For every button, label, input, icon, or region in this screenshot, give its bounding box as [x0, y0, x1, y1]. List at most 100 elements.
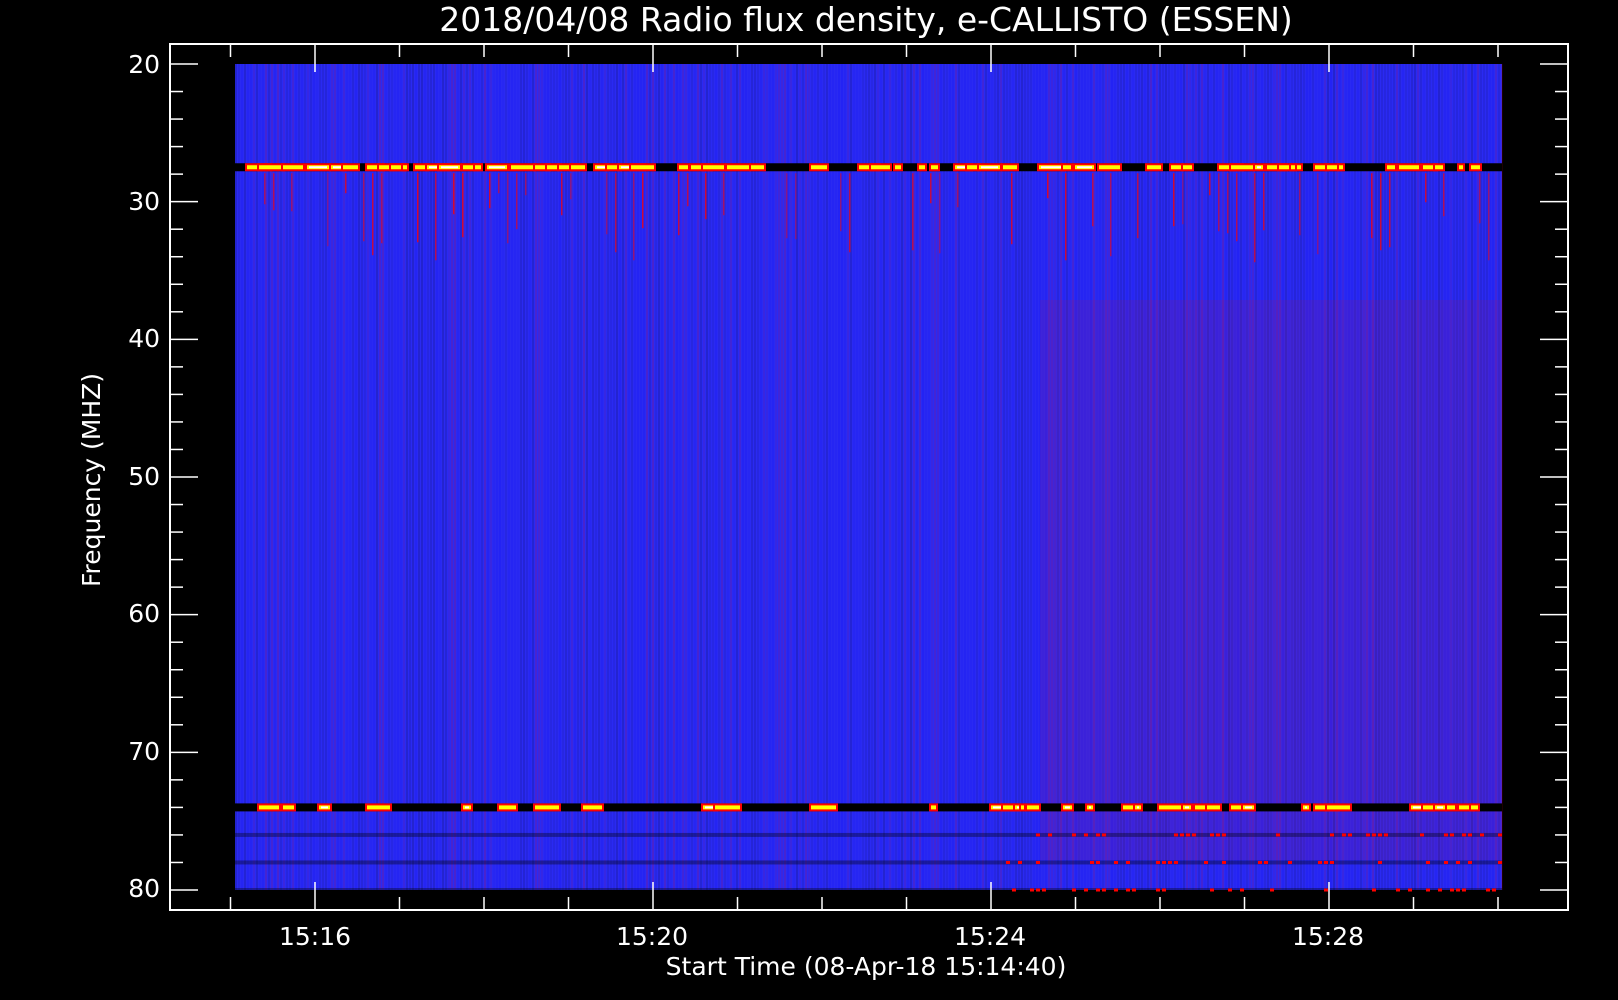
- band: [1041, 166, 1062, 169]
- band: [499, 805, 516, 810]
- band: [1180, 833, 1184, 837]
- band: [1257, 166, 1261, 169]
- band: [1299, 173, 1301, 236]
- band: [786, 173, 788, 239]
- band: [1132, 888, 1136, 892]
- band: [1092, 173, 1094, 227]
- band: [1156, 888, 1160, 892]
- band: [1114, 860, 1118, 864]
- band: [1006, 860, 1010, 864]
- band: [1450, 888, 1454, 892]
- band: [1216, 833, 1220, 837]
- band: [1084, 888, 1088, 892]
- band: [235, 888, 1502, 892]
- band: [283, 165, 303, 170]
- band: [1330, 860, 1334, 864]
- band: [1240, 888, 1244, 892]
- band: [705, 173, 707, 220]
- band: [1387, 165, 1395, 170]
- band: [462, 173, 464, 238]
- band: [1399, 165, 1419, 170]
- band: [1110, 173, 1112, 257]
- band: [453, 173, 455, 215]
- band: [367, 805, 390, 810]
- band: [1065, 173, 1067, 261]
- band: [1324, 888, 1328, 892]
- band: [1207, 805, 1220, 810]
- band: [1447, 805, 1455, 810]
- band: [1318, 860, 1322, 864]
- band: [417, 173, 419, 243]
- band: [1036, 888, 1040, 892]
- band: [1459, 165, 1463, 170]
- band: [561, 173, 563, 216]
- band: [1330, 833, 1334, 837]
- band: [1047, 173, 1049, 199]
- band: [327, 173, 329, 247]
- band: [1017, 806, 1019, 809]
- band: [1182, 173, 1184, 225]
- band: [642, 173, 644, 229]
- band: [259, 805, 279, 810]
- band: [1114, 888, 1118, 892]
- band: [1210, 888, 1214, 892]
- band: [615, 173, 617, 253]
- band: [381, 173, 383, 244]
- band: [1173, 173, 1175, 227]
- band: [679, 165, 688, 170]
- y-tick-label: 30: [128, 187, 160, 216]
- band: [1102, 888, 1106, 892]
- band: [1036, 860, 1040, 864]
- band: [1204, 860, 1208, 864]
- band: [1480, 833, 1484, 837]
- band: [1162, 860, 1166, 864]
- band: [1479, 173, 1481, 224]
- band: [1366, 833, 1370, 837]
- band: [1063, 165, 1071, 170]
- band: [403, 165, 407, 170]
- band: [372, 173, 374, 256]
- band: [259, 165, 283, 170]
- band: [703, 165, 724, 170]
- band: [1231, 165, 1253, 170]
- band: [1444, 833, 1448, 837]
- band: [1380, 173, 1382, 251]
- band: [715, 805, 740, 810]
- band: [1077, 166, 1092, 169]
- band: [498, 173, 500, 194]
- band: [570, 173, 572, 200]
- chart-title: 2018/04/08 Radio flux density, e-CALLIST…: [439, 0, 1293, 39]
- band: [1036, 833, 1040, 837]
- band: [1498, 860, 1502, 864]
- band: [705, 806, 714, 809]
- band: [1227, 173, 1229, 234]
- band: [1324, 860, 1328, 864]
- band: [1210, 833, 1214, 837]
- band: [1423, 805, 1433, 810]
- x-tick-label: 15:16: [279, 922, 351, 951]
- band: [1072, 833, 1076, 837]
- band: [1389, 173, 1391, 248]
- band: [1003, 165, 1017, 170]
- band: [363, 173, 365, 242]
- band: [507, 173, 509, 244]
- band: [930, 173, 932, 204]
- band: [1317, 173, 1319, 255]
- band: [511, 165, 534, 170]
- band: [235, 803, 1502, 812]
- x-tick-label: 15:20: [616, 922, 688, 951]
- band: [235, 832, 1502, 837]
- band: [1492, 888, 1496, 892]
- y-tick-label: 70: [128, 737, 160, 766]
- band: [606, 173, 608, 235]
- band: [489, 173, 491, 209]
- band: [1498, 833, 1502, 837]
- band: [957, 173, 959, 208]
- band: [1168, 860, 1172, 864]
- band: [1096, 860, 1100, 864]
- band: [1126, 888, 1130, 892]
- band: [1192, 833, 1196, 837]
- band: [1378, 860, 1382, 864]
- band: [441, 166, 458, 169]
- band: [1096, 888, 1100, 892]
